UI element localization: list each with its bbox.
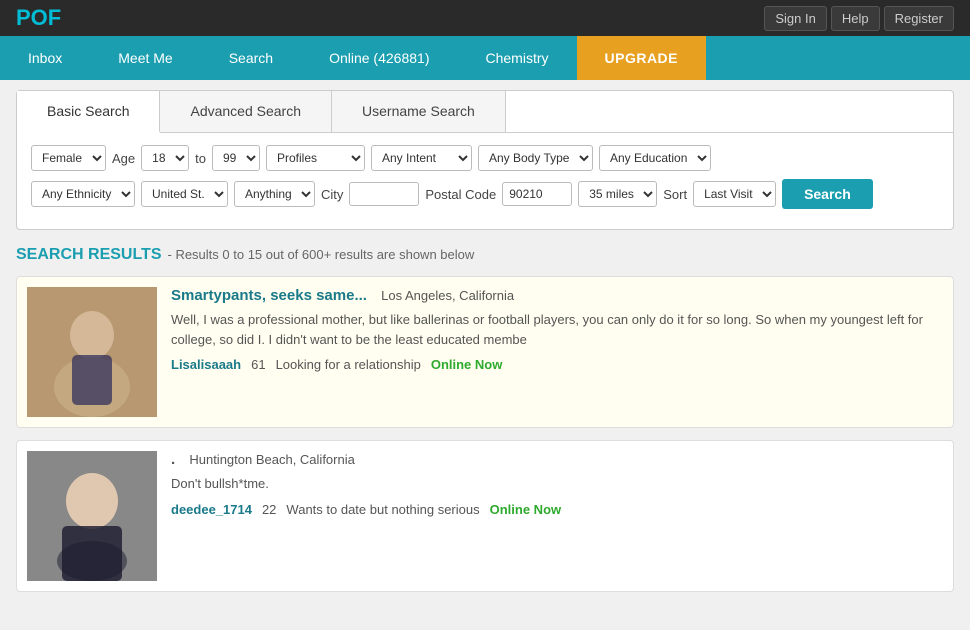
profiles-select[interactable]: Profiles With Photos xyxy=(266,145,365,171)
result-dot-2: . xyxy=(171,451,175,468)
result-online-2: Online Now xyxy=(490,502,562,517)
age-max-select[interactable]: 99 50 60 xyxy=(212,145,260,171)
postal-input[interactable] xyxy=(502,182,572,206)
search-card: Basic Search Advanced Search Username Se… xyxy=(16,90,954,230)
results-heading-row: SEARCH RESULTS- Results 0 to 15 out of 6… xyxy=(16,246,954,264)
age-label: Age xyxy=(112,151,135,166)
tab-basic-search[interactable]: Basic Search xyxy=(17,91,160,133)
help-link[interactable]: Help xyxy=(831,6,880,31)
looking-for-select[interactable]: Anything Dating xyxy=(234,181,315,207)
result-meta-2: deedee_1714 22 Wants to date but nothing… xyxy=(171,502,943,517)
city-label: City xyxy=(321,187,343,202)
results-section: SEARCH RESULTS- Results 0 to 15 out of 6… xyxy=(16,246,954,592)
result-seeking-1: Looking for a relationship xyxy=(276,357,421,372)
top-bar-links: Sign In Help Register xyxy=(764,6,954,31)
nav-online[interactable]: Online (426881) xyxy=(301,36,457,80)
result-desc-1: Well, I was a professional mother, but l… xyxy=(171,310,943,349)
result-seeking-2: Wants to date but nothing serious xyxy=(286,502,479,517)
result-location-2: Huntington Beach, California xyxy=(189,452,355,467)
distance-select[interactable]: 35 miles 25 miles 50 miles xyxy=(578,181,657,207)
sort-label: Sort xyxy=(663,187,687,202)
main-nav: Inbox Meet Me Search Online (426881) Che… xyxy=(0,36,970,80)
search-filters: Female Male Age 18 19 25 to 99 50 60 Pro… xyxy=(17,133,953,229)
tab-advanced-search[interactable]: Advanced Search xyxy=(160,91,332,132)
result-online-1: Online Now xyxy=(431,357,503,372)
intent-select[interactable]: Any Intent Dating Relationship xyxy=(371,145,472,171)
sort-select[interactable]: Last Visit Newest xyxy=(693,181,776,207)
nav-meetme[interactable]: Meet Me xyxy=(90,36,200,80)
result-card-1: Smartypants, seeks same... Los Angeles, … xyxy=(16,276,954,428)
results-sub: - Results 0 to 15 out of 600+ results ar… xyxy=(168,247,475,262)
result-info-1: Smartypants, seeks same... Los Angeles, … xyxy=(171,287,943,417)
filter-row-2: Any Ethnicity White Hispanic United St. … xyxy=(31,179,939,209)
country-select[interactable]: United St. Canada xyxy=(141,181,228,207)
result-age-1: 61 xyxy=(251,357,265,372)
result-username-2[interactable]: deedee_1714 xyxy=(171,502,252,517)
gender-select[interactable]: Female Male xyxy=(31,145,106,171)
register-link[interactable]: Register xyxy=(884,6,954,31)
result-age-2: 22 xyxy=(262,502,276,517)
site-logo: POF xyxy=(16,5,61,31)
result-username-1[interactable]: Lisalisaaah xyxy=(171,357,241,372)
photo-placeholder-svg-1 xyxy=(27,287,157,417)
result-name-1[interactable]: Smartypants, seeks same... xyxy=(171,287,367,304)
result-desc-2: Don't bullsh*tme. xyxy=(171,474,943,494)
ethnicity-select[interactable]: Any Ethnicity White Hispanic xyxy=(31,181,135,207)
results-heading: SEARCH RESULTS- Results 0 to 15 out of 6… xyxy=(16,246,474,263)
to-label: to xyxy=(195,151,206,166)
postal-label: Postal Code xyxy=(425,187,496,202)
tab-username-search[interactable]: Username Search xyxy=(332,91,506,132)
filter-row-1: Female Male Age 18 19 25 to 99 50 60 Pro… xyxy=(31,145,939,171)
result-title-1: Smartypants, seeks same... Los Angeles, … xyxy=(171,287,943,304)
body-type-select[interactable]: Any Body Type Slim Athletic xyxy=(478,145,593,171)
search-tabs: Basic Search Advanced Search Username Se… xyxy=(17,91,953,133)
result-title-2: . Huntington Beach, California xyxy=(171,451,943,468)
result-meta-1: Lisalisaaah 61 Looking for a relationshi… xyxy=(171,357,943,372)
education-select[interactable]: Any Education High School College xyxy=(599,145,711,171)
main-content: Basic Search Advanced Search Username Se… xyxy=(0,80,970,630)
signin-link[interactable]: Sign In xyxy=(764,6,826,31)
result-photo-2[interactable] xyxy=(27,451,157,581)
result-location-1: Los Angeles, California xyxy=(381,288,514,303)
result-photo-1[interactable] xyxy=(27,287,157,417)
nav-search[interactable]: Search xyxy=(201,36,301,80)
nav-chemistry[interactable]: Chemistry xyxy=(457,36,576,80)
result-info-2: . Huntington Beach, California Don't bul… xyxy=(171,451,943,581)
photo-placeholder-svg-2 xyxy=(27,451,157,581)
result-card-2: . Huntington Beach, California Don't bul… xyxy=(16,440,954,592)
search-button[interactable]: Search xyxy=(782,179,873,209)
top-bar: POF Sign In Help Register xyxy=(0,0,970,36)
nav-upgrade[interactable]: UPGRADE xyxy=(577,36,707,80)
age-min-select[interactable]: 18 19 25 xyxy=(141,145,189,171)
nav-inbox[interactable]: Inbox xyxy=(0,36,90,80)
city-input[interactable] xyxy=(349,182,419,206)
